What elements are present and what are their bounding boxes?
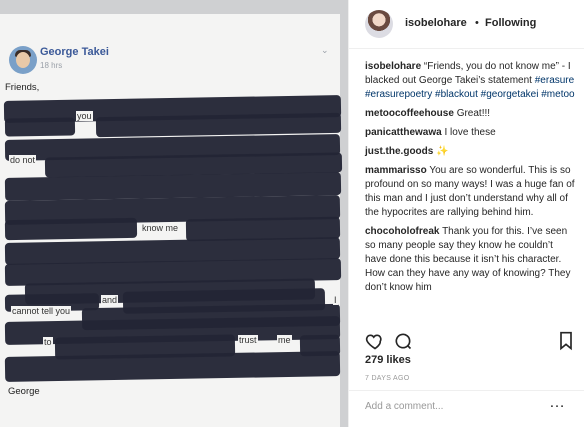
- visible-word: I: [333, 295, 338, 305]
- hashtag-link[interactable]: #erasure: [535, 75, 574, 86]
- post-image[interactable]: George Takei 18 hrs ⌄ Friends, you do no…: [0, 0, 348, 427]
- redaction-bar: [4, 351, 341, 382]
- comment-item: metoocoffeehouse Great!!!: [365, 107, 575, 121]
- facebook-greeting: Friends,: [5, 82, 40, 93]
- heart-icon[interactable]: [365, 331, 385, 351]
- comment-text: I love these: [444, 127, 496, 138]
- comment-username[interactable]: isobelohare: [365, 61, 421, 72]
- hashtag-link[interactable]: #blackout: [435, 89, 478, 100]
- comment-divider: [349, 390, 584, 391]
- hashtag-link[interactable]: #erasurepoetry: [365, 89, 432, 100]
- comment-username[interactable]: mammarisso: [365, 165, 427, 176]
- visible-word: cannot tell you: [11, 306, 72, 316]
- redaction-bar: [95, 112, 342, 138]
- comment-username[interactable]: chocoholofreak: [365, 226, 439, 237]
- facebook-author-name: George Takei: [40, 46, 109, 58]
- post-header: isobelohare • Following: [349, 0, 584, 49]
- profile-avatar[interactable]: [365, 10, 393, 38]
- hashtag-link[interactable]: #metoo: [541, 89, 574, 100]
- comment-text: Great!!!: [456, 108, 491, 119]
- visible-word: and: [101, 295, 119, 305]
- comment-username[interactable]: just.the.goods: [365, 146, 433, 157]
- following-button[interactable]: Following: [485, 17, 536, 29]
- comment-item: chocoholofreak Thank you for this. I’ve …: [365, 225, 575, 295]
- likes-count[interactable]: 279 likes: [365, 354, 411, 366]
- post-sidebar: isobelohare • Following isobelohare “Fri…: [348, 0, 584, 427]
- comment-username[interactable]: metoocoffeehouse: [365, 108, 454, 119]
- sparkle-icon: ✨: [436, 146, 449, 157]
- comment-item: panicatthewawa I love these: [365, 126, 575, 140]
- post-actions: [365, 331, 575, 355]
- facebook-timestamp: 18 hrs: [40, 61, 63, 70]
- comment-item: isobelohare “Friends, you do not know me…: [365, 60, 575, 102]
- username-link[interactable]: isobelohare: [405, 17, 467, 29]
- visible-word: do not: [9, 155, 37, 165]
- facebook-post-paper: George Takei 18 hrs ⌄ Friends, you do no…: [0, 14, 343, 427]
- comment-icon[interactable]: [393, 331, 413, 351]
- separator-dot: •: [475, 17, 479, 29]
- george-takei-avatar: [9, 46, 37, 74]
- visible-word: you: [76, 111, 93, 121]
- comments-list: isobelohare “Friends, you do not know me…: [365, 60, 575, 300]
- face-shape: [16, 52, 30, 68]
- visible-word: to: [43, 337, 53, 347]
- redaction-bar: [4, 117, 76, 137]
- redaction-bar: [4, 217, 138, 241]
- comment-username[interactable]: panicatthewawa: [365, 127, 442, 138]
- post-date: 7 DAYS AGO: [365, 375, 410, 382]
- visible-word: know me: [141, 223, 180, 233]
- visible-word: trust: [238, 335, 258, 345]
- add-comment-input[interactable]: Add a comment...: [365, 401, 443, 412]
- visible-word: me: [277, 335, 292, 345]
- bookmark-icon[interactable]: [557, 331, 575, 351]
- ellipsis-icon[interactable]: …: [549, 394, 565, 412]
- comment-item: mammarisso You are so wonderful. This is…: [365, 164, 575, 220]
- comment-item: just.the.goods ✨: [365, 145, 575, 159]
- signature: George: [8, 386, 40, 397]
- hashtag-link[interactable]: #georgetakei: [481, 89, 539, 100]
- facebook-menu-chevron-icon: ⌄: [321, 45, 329, 55]
